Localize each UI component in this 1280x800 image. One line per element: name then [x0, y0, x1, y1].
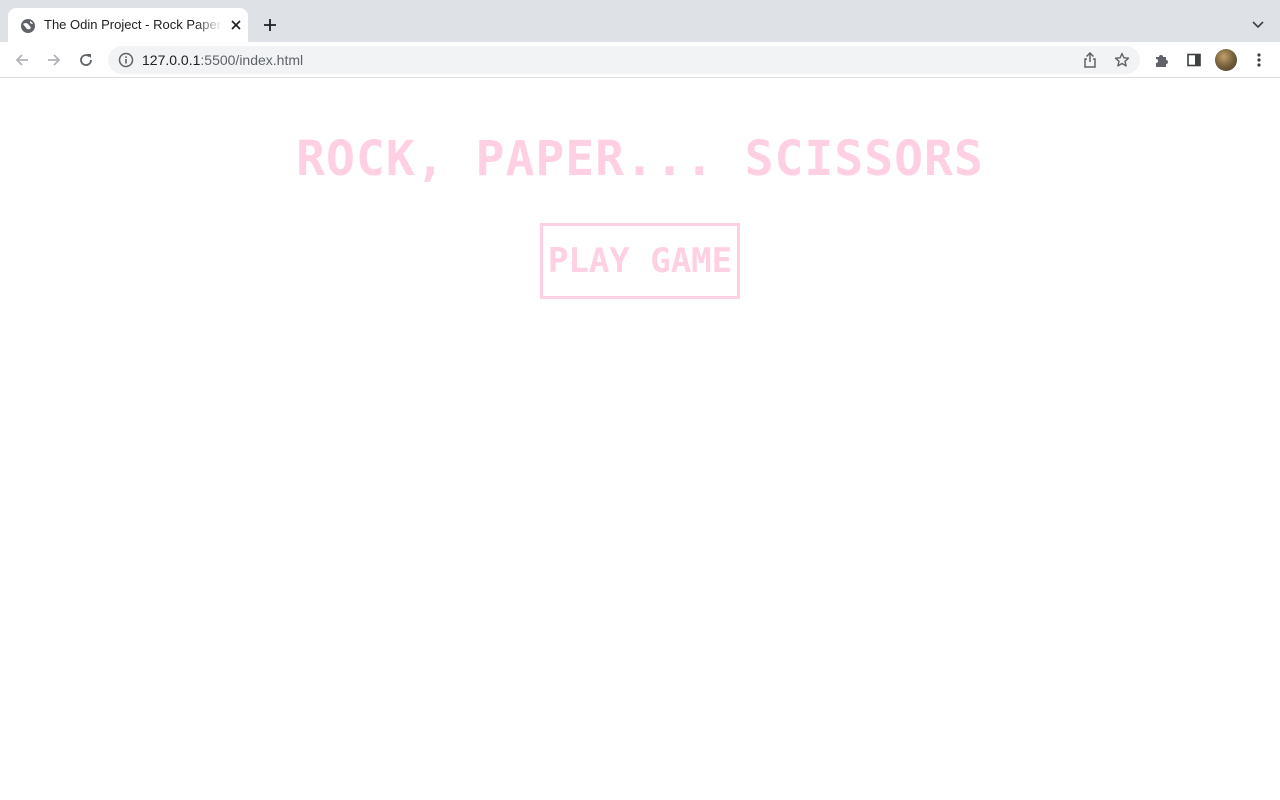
page-viewport: ROCK, PAPER... SCISSORS PLAY GAME — [0, 79, 1280, 800]
star-icon[interactable] — [1112, 50, 1132, 70]
arrow-right-icon — [48, 54, 61, 66]
tab-search-button[interactable] — [1246, 13, 1270, 37]
info-icon[interactable] — [118, 52, 134, 68]
new-tab-button[interactable] — [258, 13, 282, 37]
play-game-button[interactable]: PLAY GAME — [540, 223, 740, 299]
browser-toolbar: 127.0.0.1:5500/index.html — [0, 42, 1280, 78]
chevron-down-icon — [1252, 21, 1264, 29]
tab-strip: The Odin Project - Rock Paper Scissors — [0, 0, 1280, 42]
reload-button[interactable] — [74, 48, 98, 72]
close-icon[interactable] — [228, 17, 244, 33]
address-bar[interactable]: 127.0.0.1:5500/index.html — [108, 46, 1140, 74]
page-title: ROCK, PAPER... SCISSORS — [296, 131, 984, 187]
tab-title: The Odin Project - Rock Paper Scissors — [44, 17, 222, 32]
forward-button[interactable] — [42, 48, 66, 72]
browser-menu-button[interactable] — [1247, 48, 1271, 72]
extensions-button[interactable] — [1150, 48, 1174, 72]
browser-tab[interactable]: The Odin Project - Rock Paper Scissors — [8, 8, 248, 42]
url-host: 127.0.0.1 — [142, 52, 201, 68]
arrow-left-icon — [15, 54, 28, 66]
back-button[interactable] — [10, 48, 34, 72]
url-text: 127.0.0.1:5500/index.html — [142, 52, 303, 68]
puzzle-icon — [1156, 55, 1168, 67]
avatar[interactable] — [1215, 49, 1237, 71]
reload-icon — [80, 54, 92, 66]
kebab-menu-icon — [1257, 53, 1261, 67]
side-panel-button[interactable] — [1182, 48, 1206, 72]
share-icon[interactable] — [1080, 50, 1100, 70]
plus-icon — [264, 19, 276, 31]
globe-icon — [20, 18, 36, 34]
url-path: :5500/index.html — [200, 52, 304, 68]
side-panel-icon — [1187, 53, 1201, 67]
